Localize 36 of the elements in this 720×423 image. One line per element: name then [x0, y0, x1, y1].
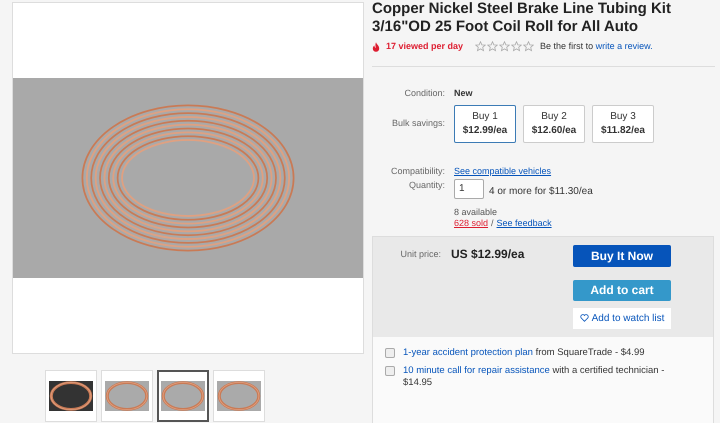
field-label: Compatibility:: [390, 165, 445, 178]
thumbnail-image: [48, 381, 92, 411]
thumbnail-image: [160, 381, 204, 411]
flame-icon: [372, 42, 380, 52]
field-label: Quantity:: [408, 178, 445, 192]
bulk-option[interactable]: Buy 1 $12.99/ea: [454, 105, 516, 143]
addon-text: 10 minute call for repair assistance with a certified technician - $14.95: [403, 364, 666, 388]
addon-text: 1-year accident protection plan from SquareTrade - $4.99: [403, 346, 645, 358]
separator: /: [491, 218, 494, 228]
watch-list-button[interactable]: Add to watch list: [573, 308, 671, 328]
checkbox[interactable]: [385, 366, 395, 376]
buy-it-now-button[interactable]: Buy It Now: [573, 244, 671, 266]
addon-link[interactable]: 10 minute call for repair assistance: [403, 364, 550, 376]
quantity-discount: 4 or more for $11.30/ea: [489, 184, 593, 198]
thumbnail-image: [216, 381, 260, 411]
compatible-vehicles-link[interactable]: See compatible vehicles: [454, 165, 552, 178]
addon-link[interactable]: 1-year accident protection plan: [403, 346, 533, 358]
condition-value: New: [454, 86, 473, 100]
see-feedback-link[interactable]: See feedback: [496, 218, 552, 228]
product-title: Copper Nickel Steel Brake Line Tubing Kit 3/16"OD 25 Foot Coil Roll for All Auto: [372, 0, 672, 36]
write-review-link[interactable]: write a review.: [596, 41, 653, 51]
review-prompt: Be the first to write a review.: [540, 40, 653, 53]
checkbox[interactable]: [385, 348, 395, 358]
unit-price: US $12.99/ea: [451, 246, 526, 262]
heart-icon: [580, 314, 589, 322]
field-label: Bulk savings:: [390, 117, 445, 130]
views-count: 17 viewed per day: [386, 40, 464, 53]
thumbnail[interactable]: [156, 370, 208, 422]
sold-count-link[interactable]: 628 sold: [454, 218, 488, 228]
quantity-field[interactable]: 1: [454, 178, 484, 198]
bulk-option[interactable]: Buy 2 $12.60/ea: [523, 105, 585, 143]
field-label: Unit price:: [399, 248, 441, 261]
bulk-option[interactable]: Buy 3 $11.82/ea: [592, 105, 654, 143]
thumbnail-image: [104, 381, 148, 411]
available-count: 8 available: [454, 206, 498, 218]
field-label: Condition:: [403, 86, 445, 100]
